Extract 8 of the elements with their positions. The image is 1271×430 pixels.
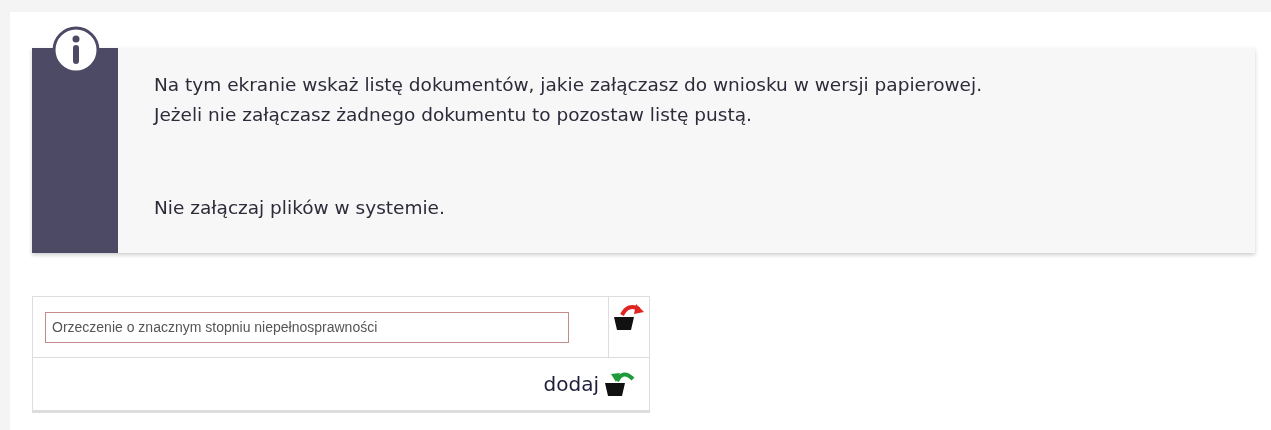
remove-icon[interactable] — [612, 303, 646, 333]
add-icon[interactable] — [603, 369, 637, 399]
info-icon — [52, 26, 100, 74]
info-note: Nie załączaj plików w systemie. — [154, 196, 446, 220]
document-field[interactable]: Orzeczenie o znacznym stopniu niepełnosprawności — [45, 311, 569, 343]
add-link[interactable]: dodaj — [543, 372, 599, 396]
info-text: Na tym ekranie wskaż listę dokumentów, jakie załączasz do wniosku w wersji papierowej. — [154, 73, 983, 97]
info-text: Jeżeli nie załączasz żadnego dokumentu to pozostaw listę pustą. — [154, 103, 753, 127]
